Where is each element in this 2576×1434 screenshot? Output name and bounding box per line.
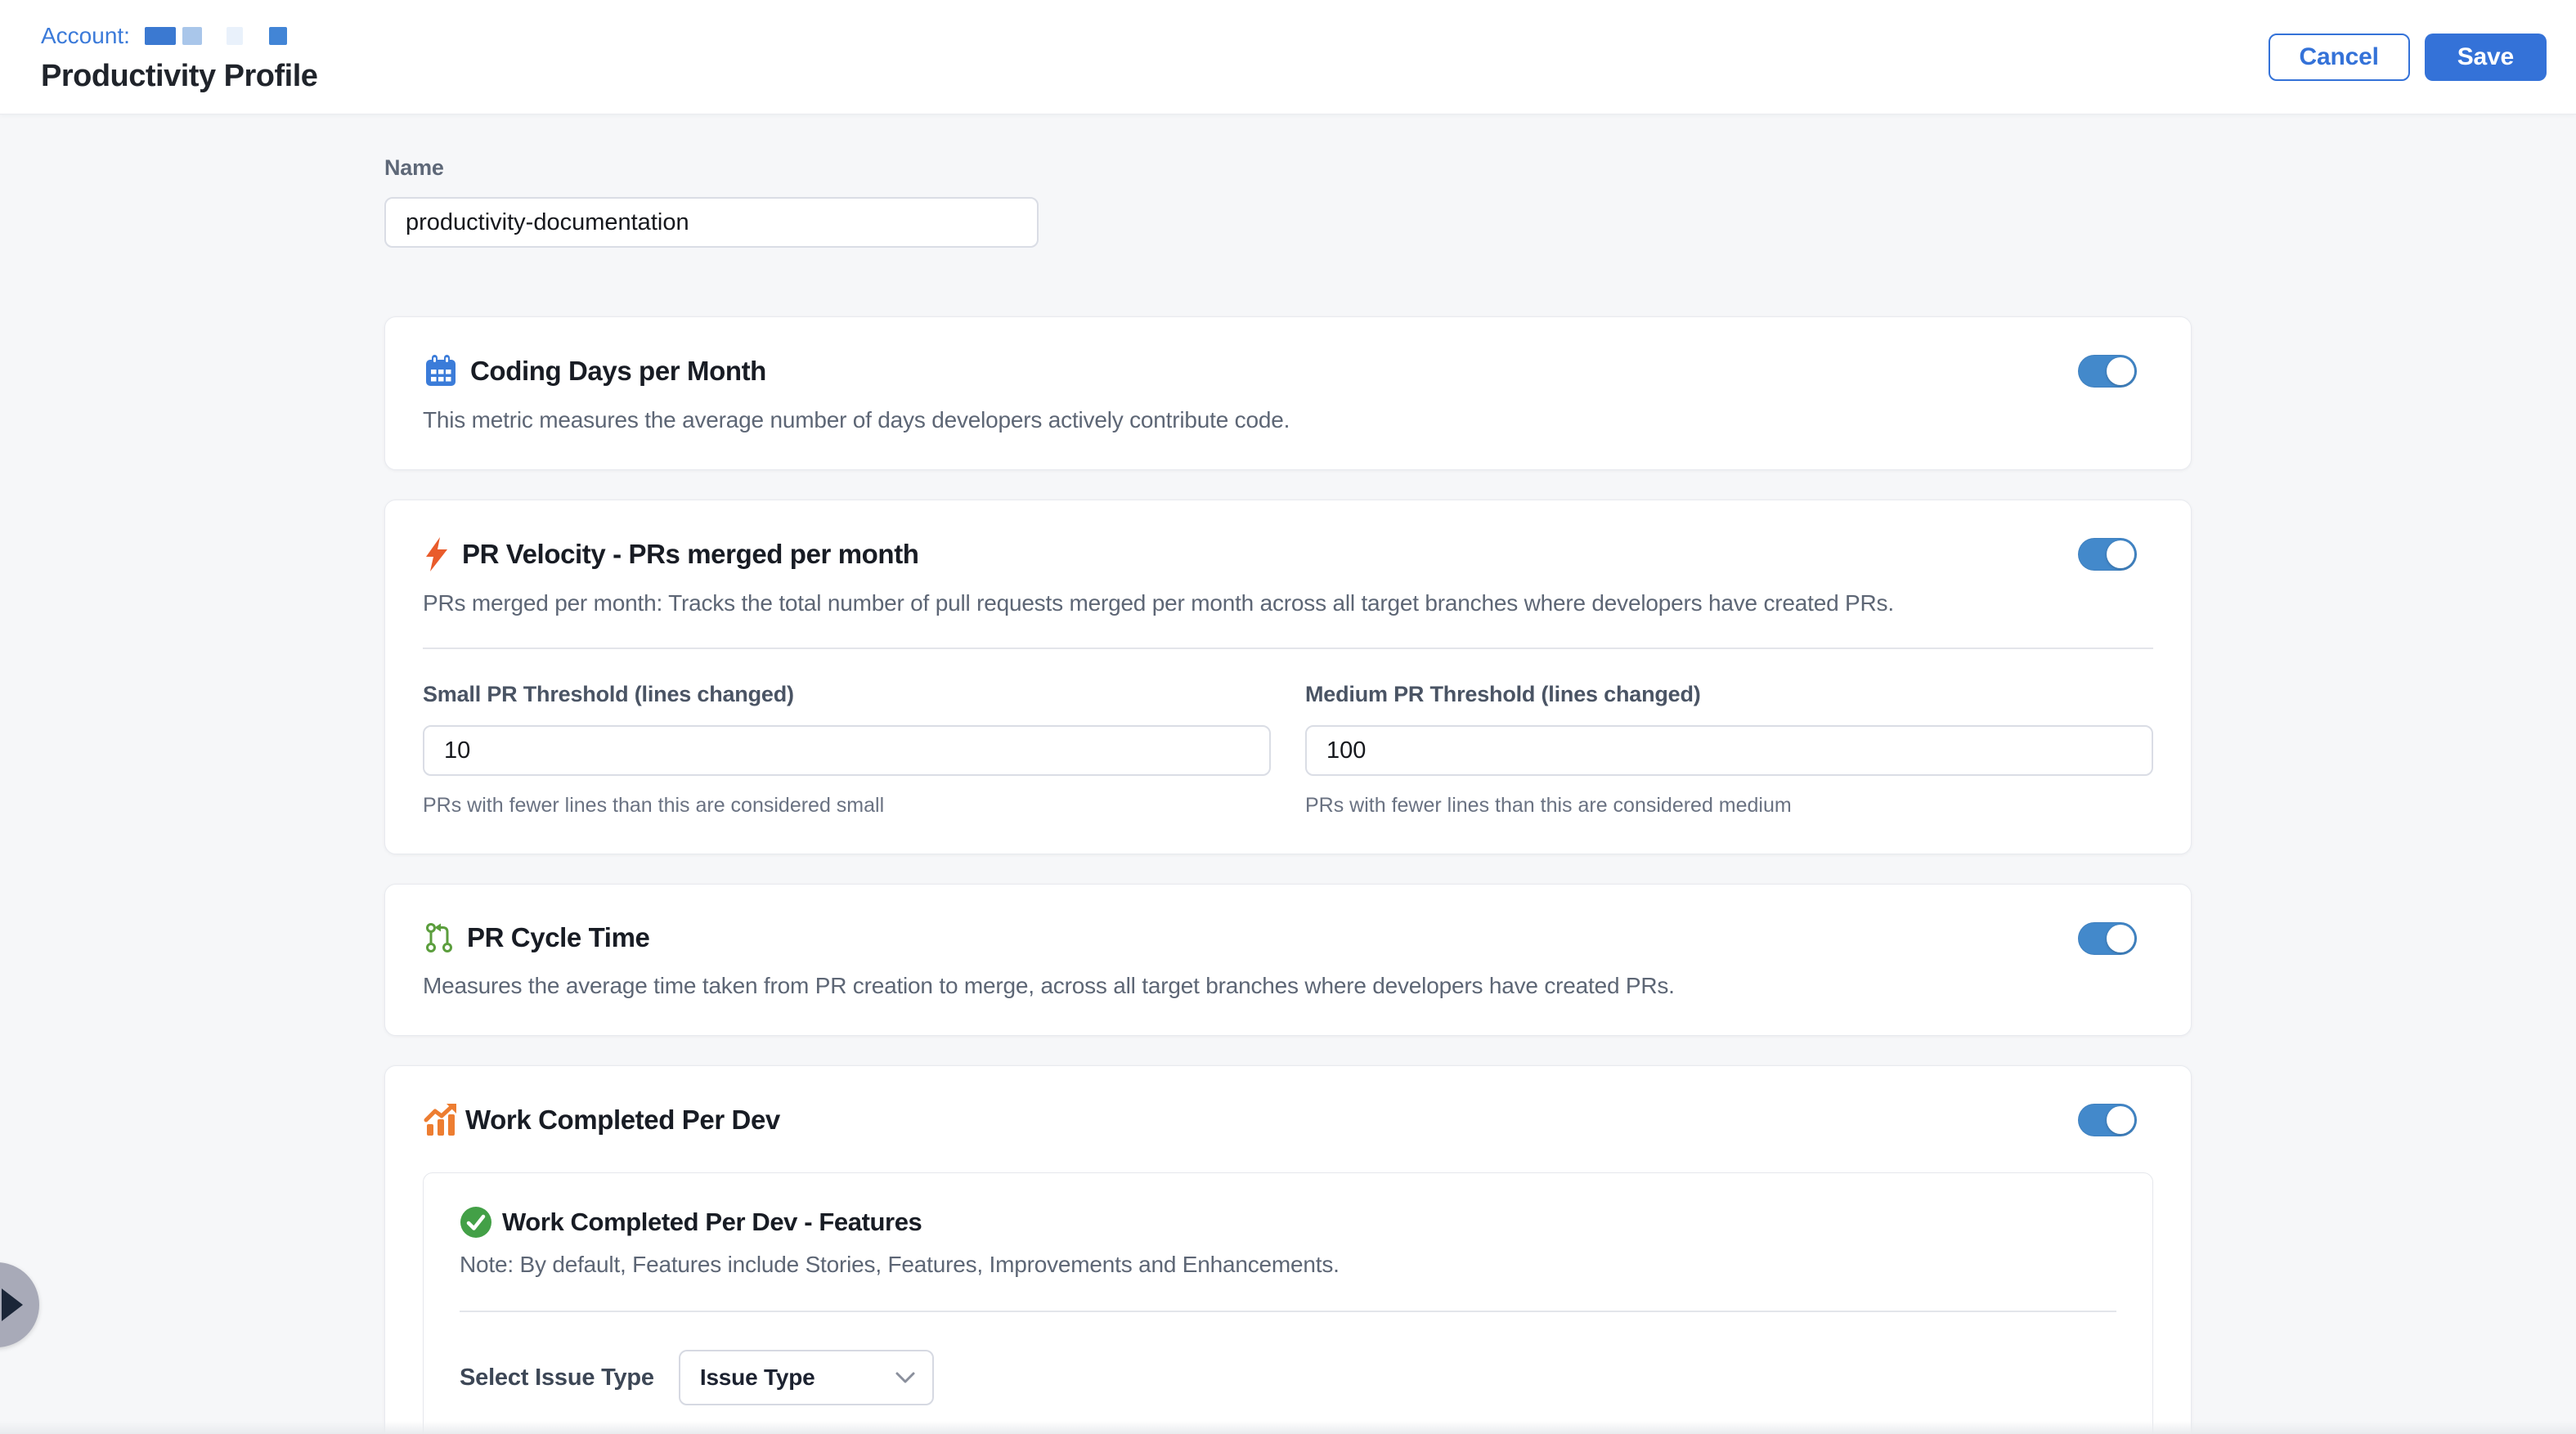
coding-days-toggle[interactable] <box>2078 355 2137 388</box>
toggle-knob <box>2107 1106 2134 1134</box>
name-input[interactable] <box>384 197 1039 248</box>
features-note: Note: By default, Features include Stori… <box>460 1252 2116 1278</box>
expand-arrow-icon <box>2 1288 23 1321</box>
cancel-button[interactable]: Cancel <box>2269 34 2410 81</box>
redacted-account-name <box>145 27 176 45</box>
small-pr-threshold-block: Small PR Threshold (lines changed) PRs w… <box>423 682 1271 818</box>
metric-card-work-completed: Work Completed Per Dev Work Completed Pe… <box>384 1065 2192 1434</box>
save-button[interactable]: Save <box>2425 34 2547 81</box>
medium-pr-threshold-label: Medium PR Threshold (lines changed) <box>1305 682 2153 707</box>
card-title: PR Cycle Time <box>467 922 649 953</box>
medium-pr-threshold-input[interactable] <box>1305 725 2153 776</box>
toggle-knob <box>2107 925 2134 952</box>
calendar-icon <box>423 353 459 389</box>
redacted-account-name <box>227 27 243 45</box>
name-field-block: Name <box>384 155 2192 248</box>
chart-increasing-icon <box>423 1102 459 1138</box>
redacted-account-name <box>269 27 287 45</box>
card-description: PRs merged per month: Tracks the total n… <box>423 590 2153 616</box>
lightning-icon <box>423 536 451 572</box>
card-title: Coding Days per Month <box>470 356 766 387</box>
work-completed-toggle[interactable] <box>2078 1104 2137 1136</box>
features-section-title: Work Completed Per Dev - Features <box>502 1208 922 1237</box>
small-pr-threshold-label: Small PR Threshold (lines changed) <box>423 682 1271 707</box>
medium-pr-threshold-block: Medium PR Threshold (lines changed) PRs … <box>1305 682 2153 818</box>
metric-card-pr-velocity: PR Velocity - PRs merged per month PRs m… <box>384 500 2192 854</box>
name-label: Name <box>384 155 2192 181</box>
small-pr-threshold-helper: PRs with fewer lines than this are consi… <box>423 794 1271 818</box>
account-link[interactable]: Account: <box>41 23 130 49</box>
issue-type-dropdown-value: Issue Type <box>700 1365 815 1391</box>
medium-pr-threshold-helper: PRs with fewer lines than this are consi… <box>1305 794 2153 818</box>
divider <box>460 1311 2116 1312</box>
breadcrumb: Account: <box>41 21 317 51</box>
toggle-knob <box>2107 540 2134 568</box>
chevron-down-icon <box>895 1371 916 1384</box>
toggle-knob <box>2107 357 2134 385</box>
pr-cycle-time-toggle[interactable] <box>2078 922 2137 955</box>
page-title: Productivity Profile <box>41 59 317 94</box>
card-title: Work Completed Per Dev <box>465 1105 780 1136</box>
work-completed-features-section: Work Completed Per Dev - Features Note: … <box>423 1172 2153 1434</box>
issue-type-dropdown[interactable]: Issue Type <box>679 1350 934 1405</box>
page-header: Account: Productivity Profile Cancel Sav… <box>0 0 2576 114</box>
pr-velocity-toggle[interactable] <box>2078 538 2137 571</box>
divider <box>423 648 2153 649</box>
card-description: Measures the average time taken from PR … <box>423 973 2153 999</box>
profile-form: Name <box>384 114 2192 1434</box>
sidebar-expand-button[interactable] <box>0 1262 39 1347</box>
check-circle-icon <box>460 1206 492 1239</box>
redacted-account-name <box>182 27 202 45</box>
pull-request-icon <box>423 921 456 955</box>
metric-card-coding-days: Coding Days per Month This metric measur… <box>384 316 2192 470</box>
card-title: PR Velocity - PRs merged per month <box>462 539 919 570</box>
small-pr-threshold-input[interactable] <box>423 725 1271 776</box>
select-issue-type-label: Select Issue Type <box>460 1365 654 1391</box>
metric-card-pr-cycle-time: PR Cycle Time Measures the average time … <box>384 884 2192 1036</box>
card-description: This metric measures the average number … <box>423 407 2153 433</box>
